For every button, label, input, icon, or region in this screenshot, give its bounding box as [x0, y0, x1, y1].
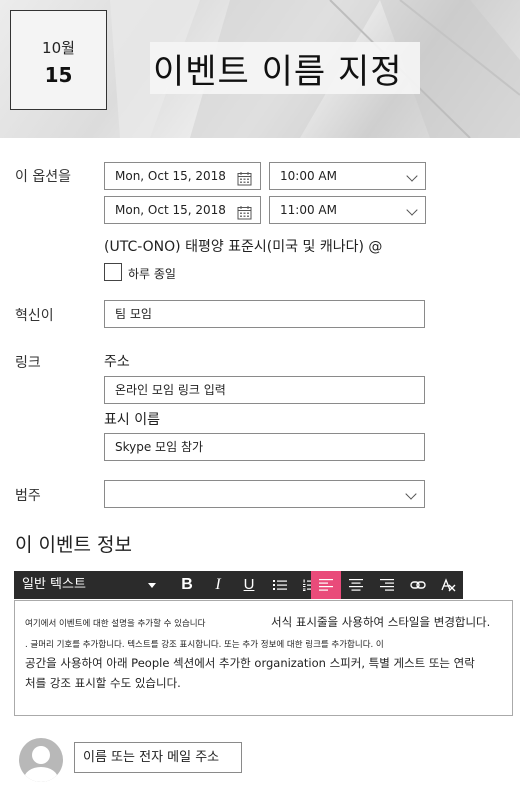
formatting-toolbar: 일반 텍스트 B I U	[14, 571, 463, 599]
italic-button[interactable]: I	[203, 571, 233, 599]
link-icon	[410, 581, 426, 589]
display-name-value: Skype 모임 참가	[115, 440, 204, 454]
start-date-value: Mon, Oct 15, 2018	[115, 169, 226, 183]
underline-button[interactable]: U	[234, 571, 264, 599]
text-style-value: 일반 텍스트	[22, 577, 86, 592]
insert-link-button[interactable]	[403, 571, 433, 599]
description-line: 처를 강조 표시할 수도 있습니다.	[25, 676, 181, 690]
when-label: 이 옵션을	[15, 169, 71, 185]
description-line: 서식 표시줄을 사용하여 스타일을 변경합니다.	[271, 615, 491, 629]
description-line: 여기에서 이벤트에 대한 설명을 추가할 수 있습니다	[25, 619, 206, 629]
event-banner-image: 10월 15 이벤트 이름 지정	[0, 0, 520, 138]
category-select[interactable]	[104, 480, 425, 508]
end-time-value: 11:00 AM	[280, 203, 337, 217]
date-month: 10월	[42, 39, 75, 57]
category-label: 범주	[15, 488, 41, 504]
person-avatar-icon	[19, 738, 63, 782]
caret-down-icon	[148, 583, 156, 588]
clear-formatting-icon	[441, 578, 456, 592]
align-right-icon	[380, 579, 394, 591]
end-date-picker[interactable]: Mon, Oct 15, 2018	[104, 196, 261, 224]
people-search-input[interactable]: 이름 또는 전자 메일 주소	[74, 742, 242, 773]
location-input[interactable]: 팀 모임	[104, 300, 425, 328]
address-input[interactable]: 온라인 모임 링크 입력	[104, 376, 425, 404]
display-name-label: 표시 이름	[104, 412, 160, 428]
description-line: . 글머리 기호를 추가합니다. 텍스트를 강조 표시합니다. 또는 추가 정보…	[25, 640, 384, 650]
align-left-button[interactable]	[311, 571, 341, 599]
align-right-button[interactable]	[372, 571, 402, 599]
timezone-text: (UTC-ONO) 태평양 표준시(미국 및 캐나다) @	[104, 239, 383, 255]
bullet-list-icon	[273, 580, 287, 590]
align-left-icon	[319, 579, 333, 591]
address-label: 주소	[104, 354, 130, 370]
date-day: 15	[44, 63, 73, 87]
display-name-input[interactable]: Skype 모임 참가	[104, 433, 425, 461]
description-editor[interactable]: 여기에서 이벤트에 대한 설명을 추가할 수 있습니다 서식 표시줄을 사용하여…	[14, 600, 513, 716]
location-value: 팀 모임	[115, 307, 152, 321]
all-day-label: 하루 종일	[128, 267, 176, 281]
location-label: 혁신이	[15, 308, 54, 324]
bulleted-list-button[interactable]	[265, 571, 295, 599]
clear-formatting-button[interactable]	[433, 571, 463, 599]
start-date-picker[interactable]: Mon, Oct 15, 2018	[104, 162, 261, 190]
end-date-value: Mon, Oct 15, 2018	[115, 203, 226, 217]
end-time-select[interactable]: 11:00 AM	[269, 196, 426, 224]
people-search-placeholder: 이름 또는 전자 메일 주소	[83, 750, 220, 765]
chevron-down-icon	[405, 488, 417, 500]
about-event-heading: 이 이벤트 정보	[15, 534, 132, 556]
calendar-icon	[237, 203, 252, 223]
link-label: 링크	[15, 355, 41, 371]
chevron-down-icon	[406, 204, 418, 216]
bold-button[interactable]: B	[172, 571, 202, 599]
all-day-checkbox[interactable]	[104, 263, 122, 281]
text-style-select[interactable]: 일반 텍스트	[14, 571, 164, 599]
event-title[interactable]: 이벤트 이름 지정	[153, 44, 403, 93]
address-placeholder: 온라인 모임 링크 입력	[115, 383, 226, 397]
date-tile: 10월 15	[10, 10, 107, 110]
start-time-value: 10:00 AM	[280, 169, 337, 183]
calendar-icon	[237, 169, 252, 189]
align-center-button[interactable]	[341, 571, 371, 599]
align-center-icon	[349, 579, 363, 591]
description-line: 공간을 사용하여 아래 People 섹션에서 추가한 organization…	[25, 656, 475, 670]
start-time-select[interactable]: 10:00 AM	[269, 162, 426, 190]
chevron-down-icon	[406, 170, 418, 182]
